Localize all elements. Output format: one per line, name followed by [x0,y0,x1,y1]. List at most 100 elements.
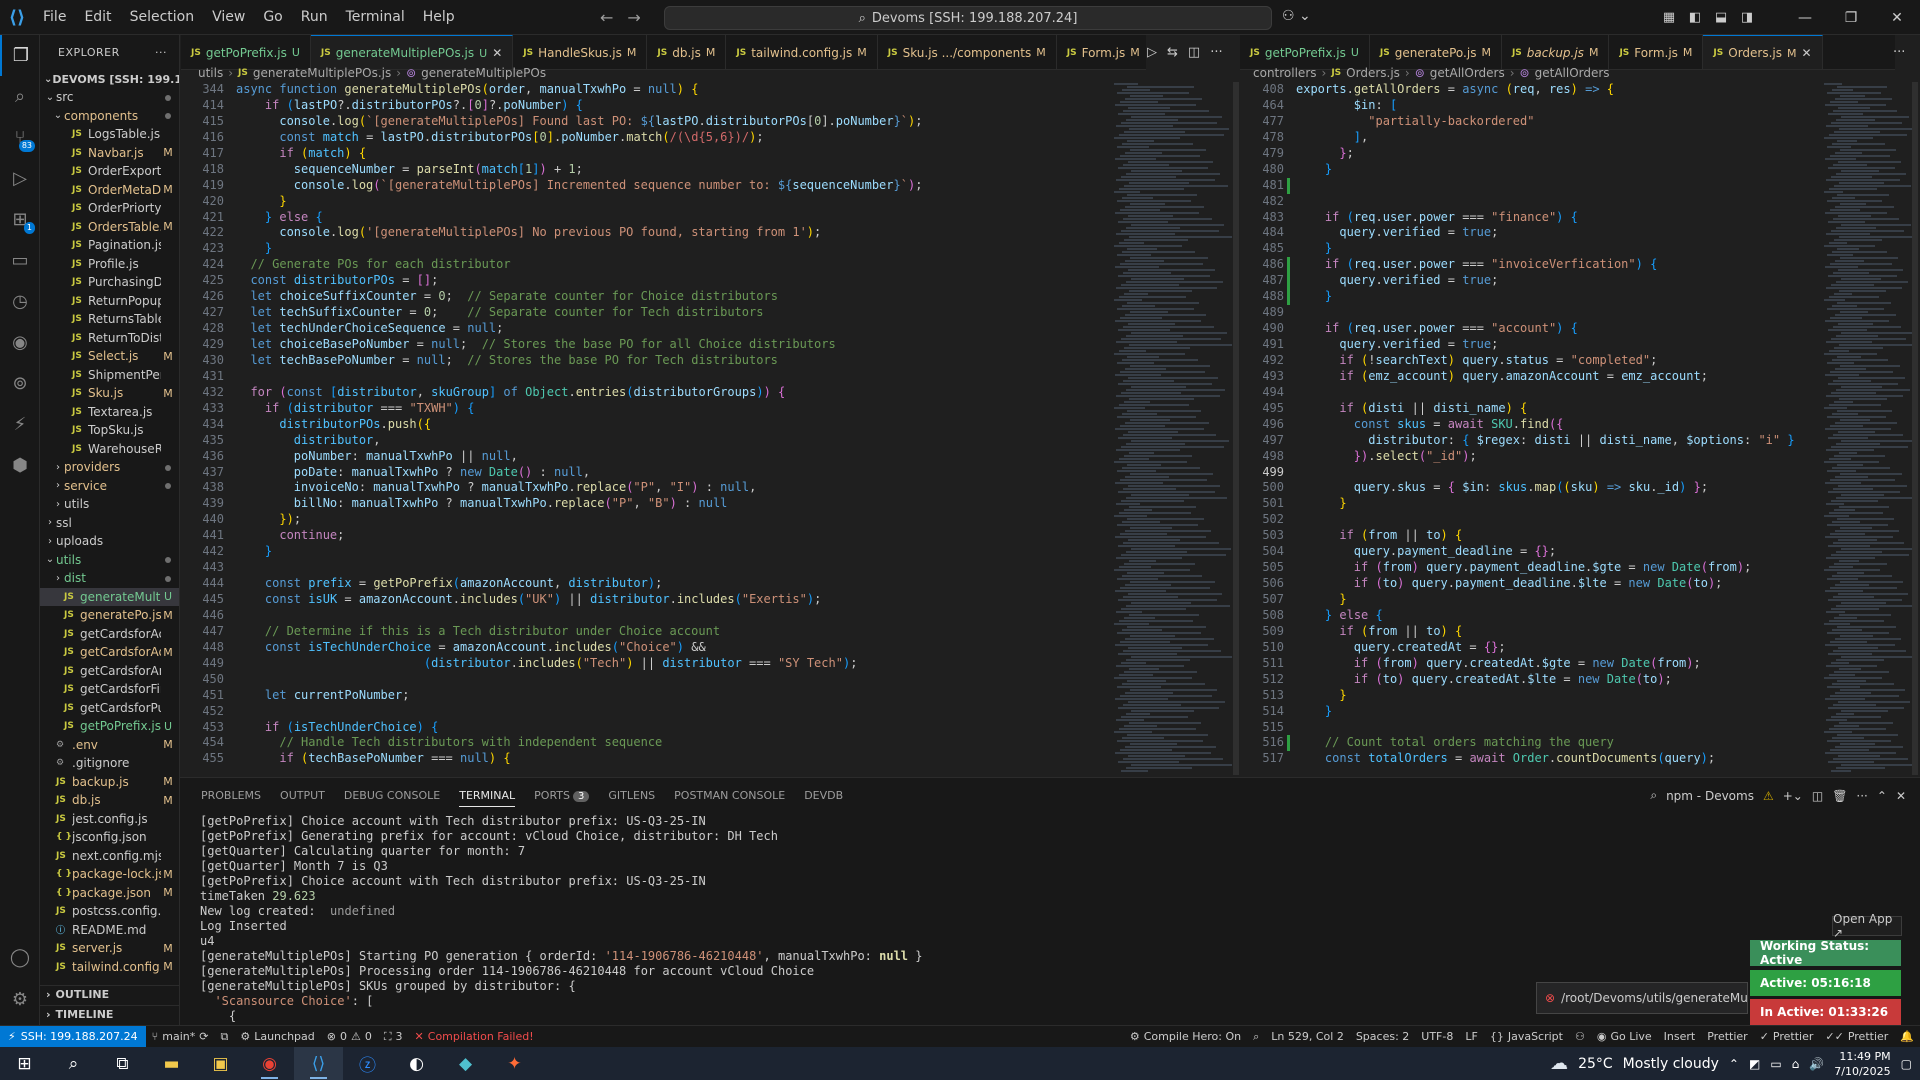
file-row[interactable]: JS WarehouseReturn.js [40,440,179,459]
close-icon[interactable]: ✕ [1802,46,1812,60]
notification-tray-icon[interactable]: ◩ [1749,1057,1760,1071]
encoding[interactable]: UTF-8 [1415,1030,1459,1043]
panel-tab-output[interactable]: OUTPUT [280,789,325,802]
breadcrumb-item[interactable]: controllers [1253,66,1317,80]
panel-tab-debug-console[interactable]: DEBUG CONSOLE [344,789,440,802]
breadcrumb-item[interactable]: Orders.js [1346,66,1400,80]
file-row[interactable]: JS backup.js M [40,773,179,792]
ports-indicator[interactable]: ⛶ 3 [378,1030,409,1044]
restore-button[interactable]: ❐ [1828,0,1874,35]
copilot-icon[interactable]: ⚇ ⌄ [1282,8,1311,24]
prettier-3[interactable]: ✓✓ Prettier [1819,1030,1894,1043]
right-code-editor[interactable]: 408 exports.getAllOrders = async (req, re… [1240,82,1822,775]
problems-indicator[interactable]: ⊗ 0 ⚠ 0 [321,1030,378,1043]
file-row[interactable]: JS ReturnPopup.js [40,292,179,311]
file-row[interactable]: JS postcss.config.mjs [40,902,179,921]
run-debug-icon[interactable]: ▷ [0,158,40,199]
open-app-button[interactable]: Open App ↗ [1832,912,1902,940]
file-row[interactable]: JS TopSku.js [40,421,179,440]
panel-tab-postman-console[interactable]: POSTMAN CONSOLE [674,789,785,802]
breadcrumb-item[interactable]: getAllOrders [1430,66,1505,80]
explorer-more-icon[interactable]: ··· [155,46,167,59]
file-row[interactable]: JS PurchasingDashbo... [40,273,179,292]
file-row[interactable]: JS server.js M [40,939,179,958]
left-code-editor[interactable]: 344 async function generateMultiplePOs(or… [180,82,1112,775]
run-file-icon[interactable]: ▷ [1147,45,1157,60]
battery-icon[interactable]: ▭ [1770,1057,1781,1071]
launchpad[interactable]: ⚙ Launchpad [234,1030,320,1043]
file-row[interactable]: JS ShipmentPending... [40,366,179,385]
back-arrow-icon[interactable]: ← [600,8,613,27]
toggle-secondary-sidebar-icon[interactable]: ◨ [1734,0,1760,35]
file-row[interactable]: JS generateMulti...U [40,587,179,606]
folder-row[interactable]: › uploads [40,532,179,551]
search-icon[interactable]: ⌕ [49,1047,98,1080]
terminal-output[interactable]: [getPoPrefix] Choice account with Tech d… [200,814,1480,1024]
folder-row[interactable]: › providers [40,458,179,477]
file-row[interactable]: JS next.config.mjs [40,847,179,866]
workspace-root[interactable]: ⌄ DEVOMS [SSH: 199.188.20... [40,70,179,88]
outline-section[interactable]: › OUTLINE [40,985,179,1003]
show-hidden-icons-icon[interactable]: ⌃ [1729,1057,1739,1071]
file-row[interactable]: JS generatePo.js M [40,606,179,625]
close-window-button[interactable]: ✕ [1874,0,1920,35]
language-mode[interactable]: {} JavaScript [1484,1030,1569,1043]
file-row[interactable]: JS Sku.js M [40,384,179,403]
menu-view[interactable]: View [203,0,254,35]
copilot-status-icon[interactable]: ⚇ [1569,1030,1591,1043]
panel-tab-ports[interactable]: PORTS 3 [534,789,590,802]
task-view-icon[interactable]: ⧉ [98,1047,147,1080]
prettier-1[interactable]: Prettier [1701,1030,1753,1043]
folder-row[interactable]: ⌄ components [40,107,179,126]
end-of-line[interactable]: LF [1459,1030,1483,1043]
folder-row[interactable]: › utils [40,495,179,514]
vscode-icon[interactable]: ⟨⟩ [294,1047,343,1080]
file-row[interactable]: JS Textarea.js [40,403,179,422]
kill-terminal-icon[interactable]: 🗑 [1832,789,1847,803]
file-row[interactable]: JS getCardsforFinance.js [40,680,179,699]
left-minimap[interactable] [1114,82,1232,775]
panel-tab-problems[interactable]: PROBLEMS [201,789,261,802]
file-row[interactable]: { } jsconfig.json [40,828,179,847]
file-row[interactable]: ⚙ .env M [40,736,179,755]
postman-icon[interactable]: ✦ [490,1047,539,1080]
panel-tab-terminal[interactable]: TERMINAL [459,784,516,807]
toggle-sidebar-icon[interactable]: ◧ [1682,0,1708,35]
file-row[interactable]: { }package-lock.jsonM [40,865,179,884]
file-row[interactable]: JS getPoPrefix.js U [40,717,179,736]
compile-hero[interactable]: ⚙ Compile Hero: On [1124,1030,1247,1043]
error-notification[interactable]: ⊗ /root/Devoms/utils/generateMultiplePOs… [1536,982,1748,1014]
file-row[interactable]: ⚙ .gitignore [40,754,179,773]
extensions-icon[interactable]: ⊞ 1 [0,199,40,240]
file-row[interactable]: JS Pagination.js [40,236,179,255]
folder-row[interactable]: › service [40,477,179,496]
weather-temp[interactable]: 25°C [1578,1056,1613,1072]
breadcrumb-item[interactable]: getAllOrders [1535,66,1610,80]
menu-run[interactable]: Run [292,0,337,35]
file-row[interactable]: JS LogsTable.js [40,125,179,144]
file-row[interactable]: JS Profile.js [40,255,179,274]
explorer-icon[interactable]: ❐ [0,35,40,76]
gitlens-graph-icon[interactable]: ⧉ [214,1030,234,1044]
split-terminal-icon[interactable]: ◫ [1812,789,1823,803]
file-row[interactable]: JS getCardsforAccount.js [40,625,179,644]
app-icon-green[interactable]: ◐ [392,1047,441,1080]
zoom-icon[interactable]: ⌕ [1247,1030,1265,1044]
settings-gear-icon[interactable]: ⚙ [0,979,40,1020]
folder-row[interactable]: ⌄ utils [40,551,179,570]
file-row[interactable]: JS getCardsforAmazon.js [40,662,179,681]
indentation[interactable]: Spaces: 2 [1350,1030,1415,1043]
toggle-panel-icon[interactable]: ⬓ [1708,0,1734,35]
file-row[interactable]: JS getCardsforPurchasi... [40,699,179,718]
menu-file[interactable]: File [34,0,75,35]
file-row[interactable]: JS OrdersTable.jsM [40,218,179,237]
command-center[interactable]: ⌕ Devoms [SSH: 199.188.207.24] [664,6,1272,30]
new-terminal-button[interactable]: +⌄ [1783,789,1803,803]
remote-explorer-icon[interactable]: ▭ [0,240,40,281]
search-view-icon[interactable]: ⌕ [0,76,40,117]
terminal-name[interactable]: npm - Devoms [1666,789,1754,803]
left-scrollbar[interactable] [1233,82,1239,775]
breadcrumb-item[interactable]: utils [198,66,223,80]
right-scrollbar[interactable] [1912,82,1918,775]
more-actions-icon[interactable]: ··· [1893,45,1905,60]
